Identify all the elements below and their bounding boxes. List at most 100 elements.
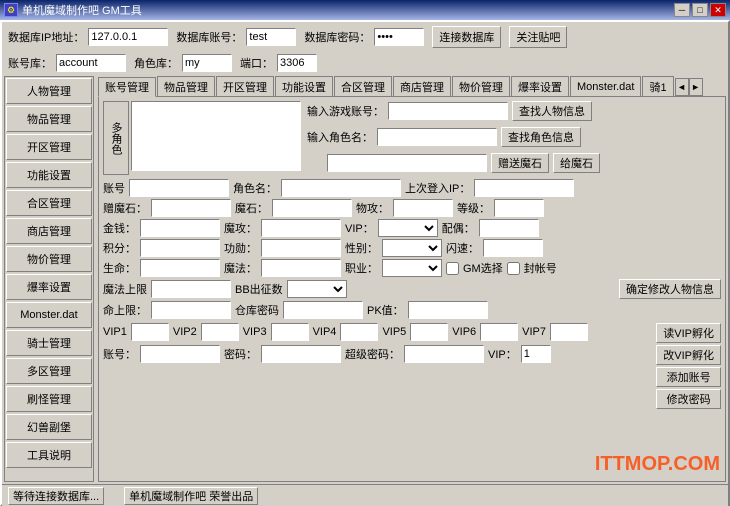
mp-max-input[interactable] xyxy=(151,280,231,298)
account-panel: 多角色 输入游戏账号： 查找人物信息 输入角色名： xyxy=(98,97,726,482)
db-password-label: 数据库密码： xyxy=(304,29,370,45)
search-role-input[interactable] xyxy=(377,128,497,146)
sidebar-item-people[interactable]: 人物管理 xyxy=(6,78,92,104)
last-login-label: 上次登入IP： xyxy=(405,180,470,196)
last-login-input[interactable] xyxy=(474,179,574,197)
sidebar-item-features[interactable]: 功能设置 xyxy=(6,162,92,188)
tab-drop[interactable]: 爆率设置 xyxy=(511,76,569,96)
seal-checkbox[interactable] xyxy=(507,262,520,275)
sidebar-item-beast[interactable]: 幻兽副堡 xyxy=(6,414,92,440)
change-pwd-button[interactable]: 修改密码 xyxy=(656,389,721,409)
vip4-label: VIP4 xyxy=(313,326,337,338)
vip7-input[interactable] xyxy=(550,323,588,341)
spouse-label: 配偶： xyxy=(442,220,475,236)
tab-price[interactable]: 物价管理 xyxy=(452,76,510,96)
db-ip-label: 数据库IP地址： xyxy=(8,29,84,45)
search-game-acct-input[interactable] xyxy=(388,102,508,120)
add-acct-button[interactable]: 添加账号 xyxy=(656,367,721,387)
gift-magic-stone-btn-left[interactable]: 赠送魔石 xyxy=(491,153,549,173)
magic-input[interactable] xyxy=(261,259,341,277)
hidden-input[interactable] xyxy=(483,239,543,257)
bb-exit-select[interactable] xyxy=(287,280,347,298)
minimize-button[interactable]: ─ xyxy=(674,3,690,17)
points-label: 积分： xyxy=(103,240,136,256)
role-name-input[interactable] xyxy=(281,179,401,197)
vip-select[interactable] xyxy=(378,219,438,237)
sidebar-item-monster[interactable]: Monster.dat xyxy=(6,302,92,328)
warehouse-pwd-input[interactable] xyxy=(283,301,363,319)
change-vip-button[interactable]: 改VIP孵化 xyxy=(656,345,721,365)
db-name-input[interactable] xyxy=(56,54,126,72)
db-password-input[interactable] xyxy=(374,28,424,46)
occupation-select[interactable] xyxy=(382,259,442,277)
port-input[interactable] xyxy=(277,54,317,72)
tab-monster[interactable]: Monster.dat xyxy=(570,76,641,96)
db-ip-input[interactable] xyxy=(88,28,168,46)
confirm-modify-button[interactable]: 确定修改人物信息 xyxy=(619,279,721,299)
pk-input[interactable] xyxy=(408,301,488,319)
sidebar-item-knight[interactable]: 骑士管理 xyxy=(6,330,92,356)
sidebar-item-shop[interactable]: 商店管理 xyxy=(6,218,92,244)
tab-k1[interactable]: 骑1 xyxy=(642,76,673,96)
gender-select[interactable] xyxy=(382,239,442,257)
bottom-vip-input[interactable] xyxy=(521,345,551,363)
magic-atk-input[interactable] xyxy=(261,219,341,237)
tab-next-button[interactable]: ► xyxy=(689,78,703,96)
points-input[interactable] xyxy=(140,239,220,257)
bottom-superpwd-input[interactable] xyxy=(404,345,484,363)
bottom-acct-input[interactable] xyxy=(140,345,220,363)
acct-input[interactable] xyxy=(129,179,229,197)
magic-stone-input[interactable] xyxy=(272,199,352,217)
phys-atk-input[interactable] xyxy=(393,199,453,217)
read-vip-button[interactable]: 读VIP孵化 xyxy=(656,323,721,343)
close-button[interactable]: ✕ xyxy=(710,3,726,17)
tab-account[interactable]: 账号管理 xyxy=(98,77,156,97)
vip3-input[interactable] xyxy=(271,323,309,341)
bottom-acct-label: 账号： xyxy=(103,346,136,362)
tab-zone[interactable]: 开区管理 xyxy=(216,76,274,96)
gift-stone-input[interactable] xyxy=(151,199,231,217)
vip4-input[interactable] xyxy=(340,323,378,341)
tab-bar: 账号管理 物品管理 开区管理 功能设置 合区管理 商店管理 物价管理 爆率设置 … xyxy=(98,76,726,97)
vip5-input[interactable] xyxy=(410,323,448,341)
gift-magic-stone-input[interactable] xyxy=(327,154,487,172)
sidebar-item-multizone[interactable]: 多区管理 xyxy=(6,358,92,384)
magic-stone-label: 魔石： xyxy=(235,200,268,216)
hp-limit-input[interactable] xyxy=(151,301,231,319)
hp-input[interactable] xyxy=(140,259,220,277)
spouse-input[interactable] xyxy=(479,219,539,237)
sidebar-item-spawn[interactable]: 刷怪管理 xyxy=(6,386,92,412)
vip1-label: VIP1 xyxy=(103,326,127,338)
vip2-input[interactable] xyxy=(201,323,239,341)
connect-db-button[interactable]: 连接数据库 xyxy=(432,26,501,48)
tab-items[interactable]: 物品管理 xyxy=(157,76,215,96)
role-db-input[interactable] xyxy=(182,54,232,72)
vip1-input[interactable] xyxy=(131,323,169,341)
sidebar-item-tools[interactable]: 工具说明 xyxy=(6,442,92,468)
db-account-input[interactable] xyxy=(246,28,296,46)
vip6-input[interactable] xyxy=(480,323,518,341)
level-input[interactable] xyxy=(494,199,544,217)
level-label: 等级： xyxy=(457,200,490,216)
sidebar-item-merge[interactable]: 合区管理 xyxy=(6,190,92,216)
maximize-button[interactable]: □ xyxy=(692,3,708,17)
tab-prev-button[interactable]: ◄ xyxy=(675,78,689,96)
gift-magic-stone-btn-right[interactable]: 给魔石 xyxy=(553,153,600,173)
bottom-pwd-input[interactable] xyxy=(261,345,341,363)
tab-merge[interactable]: 合区管理 xyxy=(334,76,392,96)
sidebar-item-price[interactable]: 物价管理 xyxy=(6,246,92,272)
tab-features[interactable]: 功能设置 xyxy=(275,76,333,96)
sidebar-item-items[interactable]: 物品管理 xyxy=(6,106,92,132)
search-game-acct-label: 输入游戏账号： xyxy=(307,103,384,119)
gold-input[interactable] xyxy=(140,219,220,237)
sidebar-item-drop[interactable]: 爆率设置 xyxy=(6,274,92,300)
tab-shop[interactable]: 商店管理 xyxy=(393,76,451,96)
multi-char-list[interactable] xyxy=(131,101,301,171)
gm-checkbox[interactable] xyxy=(446,262,459,275)
merit-input[interactable] xyxy=(261,239,341,257)
sidebar-item-zone[interactable]: 开区管理 xyxy=(6,134,92,160)
focus-btn[interactable]: 关注贴吧 xyxy=(509,26,567,48)
find-person-button[interactable]: 查找人物信息 xyxy=(512,101,592,121)
find-role-button[interactable]: 查找角色信息 xyxy=(501,127,581,147)
right-panel: 账号管理 物品管理 开区管理 功能设置 合区管理 商店管理 物价管理 爆率设置 … xyxy=(98,76,726,482)
